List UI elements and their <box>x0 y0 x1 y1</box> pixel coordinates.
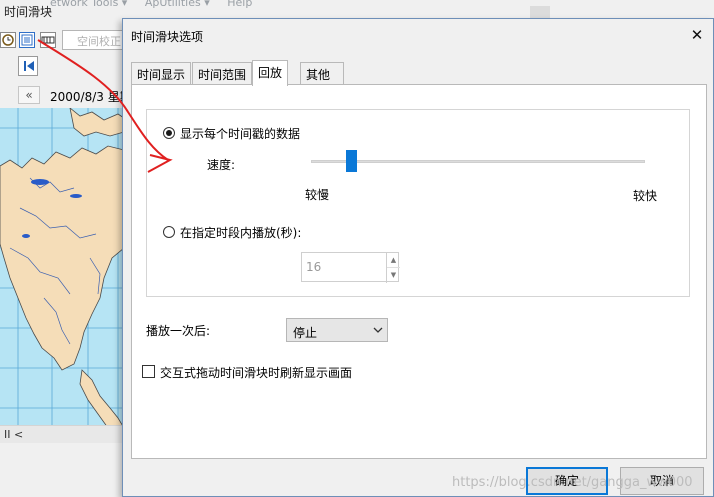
radio-each-timestamp[interactable] <box>163 127 175 139</box>
background-menu-bar: etwork Tools ▾ ApUtilities ▾ Help <box>50 0 470 10</box>
close-icon[interactable]: ✕ <box>689 27 705 43</box>
map-view[interactable] <box>0 108 124 428</box>
menu-item-help[interactable]: Help <box>227 0 252 9</box>
after-play-value: 停止 <box>293 326 318 340</box>
interactive-refresh-checkbox[interactable] <box>142 365 155 378</box>
speed-min-label: 较慢 <box>305 188 330 202</box>
menu-item-aputilities[interactable]: ApUtilities ▾ <box>145 0 210 9</box>
radio-duration-label[interactable]: 在指定时段内播放(秒): <box>180 224 301 241</box>
chevron-down-icon <box>373 327 383 333</box>
tab-playback[interactable]: 回放 <box>252 60 289 86</box>
map-scrollbar[interactable]: II < <box>0 425 124 443</box>
speed-slider-track[interactable] <box>311 160 645 163</box>
go-to-start-icon[interactable] <box>18 56 38 76</box>
dialog-title: 时间滑块选项 <box>131 30 204 44</box>
clock-icon[interactable] <box>0 32 16 48</box>
duration-value[interactable]: 16 <box>306 260 321 274</box>
time-slider-options-icon[interactable] <box>19 32 35 48</box>
speed-label: 速度: <box>207 158 236 172</box>
scroll-controls[interactable]: II < <box>4 428 23 441</box>
speed-slider-thumb[interactable] <box>345 150 357 172</box>
tab-time-extent[interactable]: 时间范围 <box>192 62 253 84</box>
duration-spinner[interactable]: 16 ▲ ▼ <box>301 252 400 283</box>
map-graphic <box>0 108 124 428</box>
tab-other[interactable]: 其他 <box>300 62 344 84</box>
current-date-label: 2000/8/3 星期 <box>50 90 132 104</box>
speed-max-label: 较快 <box>633 189 658 203</box>
after-play-label: 播放一次后: <box>146 324 211 338</box>
background-address-field[interactable]: 空间校正 <box>62 30 124 50</box>
collapse-button[interactable]: « <box>18 86 40 104</box>
spinner-down-icon[interactable]: ▼ <box>387 268 400 283</box>
playback-tab-panel: 显示每个时间戳的数据 速度: 较慢 较快 在指定时段内播放(秒): 16 ▲ ▼… <box>131 84 707 459</box>
playback-mode-group: 显示每个时间戳的数据 速度: 较慢 较快 在指定时段内播放(秒): 16 ▲ ▼ <box>146 109 690 297</box>
watermark-text: https://blog.csdn.net/gangga_ww000 <box>452 475 693 490</box>
spinner-up-icon[interactable]: ▲ <box>387 253 400 268</box>
radio-each-timestamp-label[interactable]: 显示每个时间戳的数据 <box>180 125 300 142</box>
time-slider-options-dialog: 时间滑块选项 ✕ 时间显示 时间范围 回放 其他 显示每个时间戳的数据 速度: … <box>122 18 714 497</box>
tab-time-display[interactable]: 时间显示 <box>131 62 192 84</box>
spinner-buttons: ▲ ▼ <box>386 253 400 283</box>
menu-item-network-tools[interactable]: etwork Tools ▾ <box>50 0 127 9</box>
interactive-refresh-label[interactable]: 交互式拖动时间滑块时刷新显示画面 <box>160 364 352 381</box>
film-strip-icon[interactable] <box>40 32 56 48</box>
radio-duration[interactable] <box>163 226 175 238</box>
after-play-select[interactable]: 停止 <box>286 318 388 342</box>
